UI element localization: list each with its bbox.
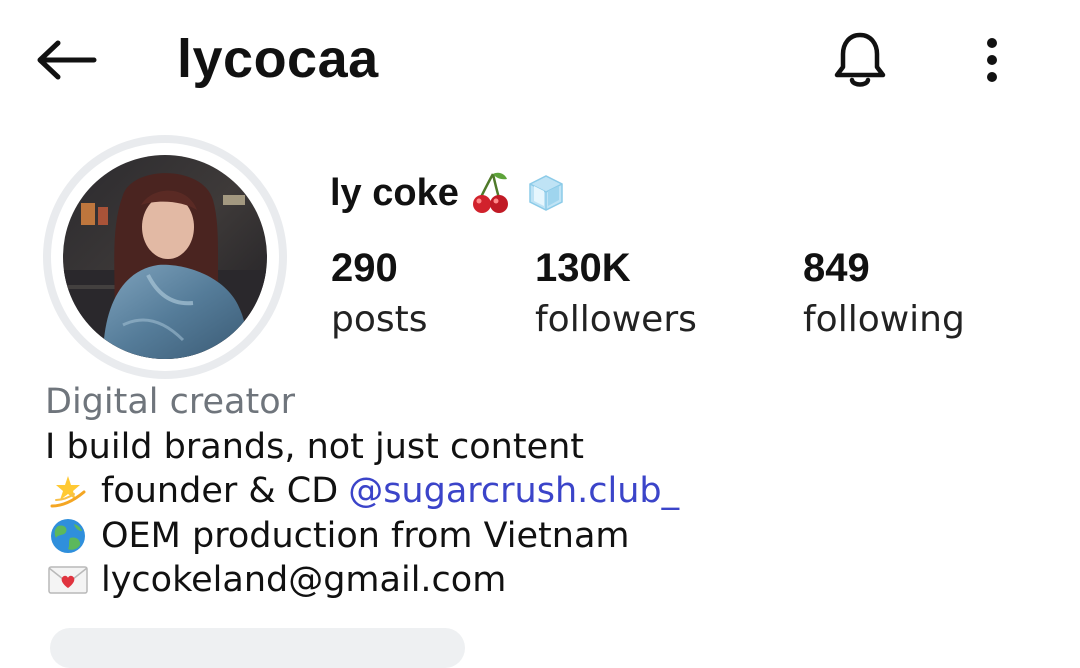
following-count: 849 (803, 246, 870, 290)
avatar-ring[interactable] (43, 135, 287, 379)
mention-link[interactable]: @sugarcrush.club_ (348, 469, 679, 514)
globe-emoji (45, 516, 91, 556)
profile-username: lycocaa (177, 29, 379, 89)
ice-cube-emoji (523, 170, 567, 216)
cherry-emoji (469, 170, 513, 216)
display-name-text: ly coke (330, 171, 459, 214)
back-button[interactable] (30, 30, 102, 90)
bio-founder-text: founder & CD (101, 471, 339, 511)
following-stat[interactable]: 849 following (803, 242, 965, 346)
bio-email-text[interactable]: lycokeland@gmail.com (101, 558, 506, 603)
top-bar: lycocaa (0, 0, 1080, 120)
following-label: following (803, 299, 965, 340)
bio-line-3: OEM production from Vietnam (45, 514, 1045, 559)
love-letter-emoji (45, 560, 91, 600)
arrow-left-icon (37, 40, 97, 80)
bio-line-4: lycokeland@gmail.com (45, 558, 1045, 603)
more-options-button[interactable] (962, 26, 1022, 94)
profile-bio: Digital creator I build brands, not just… (45, 380, 1045, 603)
display-name: ly coke (330, 168, 567, 218)
followers-label: followers (535, 299, 697, 340)
posts-count: 290 (331, 246, 398, 290)
avatar-photo (63, 155, 267, 359)
posts-label: posts (331, 299, 428, 340)
more-vertical-icon (987, 38, 997, 82)
avatar[interactable] (63, 155, 267, 359)
notifications-button[interactable] (826, 26, 894, 94)
bell-icon (834, 32, 886, 87)
followers-count: 130K (535, 246, 631, 290)
posts-stat[interactable]: 290 posts (331, 242, 428, 346)
followers-stat[interactable]: 130K followers (535, 242, 697, 346)
profile-action-button[interactable] (50, 628, 465, 668)
dizzy-emoji (45, 471, 91, 511)
profile-category: Digital creator (45, 382, 296, 422)
bio-oem-text: OEM production from Vietnam (101, 515, 630, 556)
bio-line-1: I build brands, not just content (45, 426, 585, 467)
bio-line-2: founder & CD @sugarcrush.club_ (45, 469, 1045, 514)
